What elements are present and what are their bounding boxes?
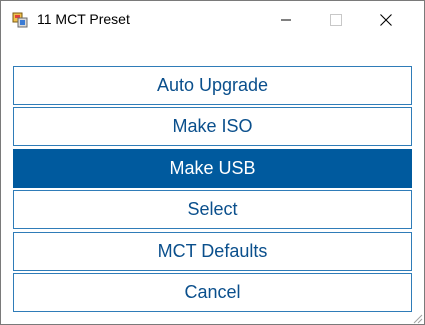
make-usb-button[interactable]: Make USB	[13, 149, 412, 188]
mct-preset-window: 11 MCT Preset Auto Upgrade Make ISO Make…	[0, 0, 425, 325]
window-title: 11 MCT Preset	[37, 11, 130, 27]
maximize-button[interactable]	[313, 1, 359, 39]
minimize-button[interactable]	[263, 1, 309, 39]
button-panel: Auto Upgrade Make ISO Make USB Select MC…	[1, 39, 424, 324]
auto-upgrade-button[interactable]: Auto Upgrade	[13, 66, 412, 105]
cancel-button[interactable]: Cancel	[13, 273, 412, 312]
mct-defaults-button[interactable]: MCT Defaults	[13, 232, 412, 271]
maximize-icon	[330, 14, 342, 26]
title-bar[interactable]: 11 MCT Preset	[1, 1, 424, 39]
make-iso-button[interactable]: Make ISO	[13, 107, 412, 146]
close-button[interactable]	[363, 1, 409, 39]
close-icon	[380, 14, 392, 26]
minimize-icon	[280, 14, 292, 26]
select-button[interactable]: Select	[13, 190, 412, 229]
app-icon	[12, 12, 28, 28]
resize-grip-icon[interactable]	[411, 311, 423, 324]
